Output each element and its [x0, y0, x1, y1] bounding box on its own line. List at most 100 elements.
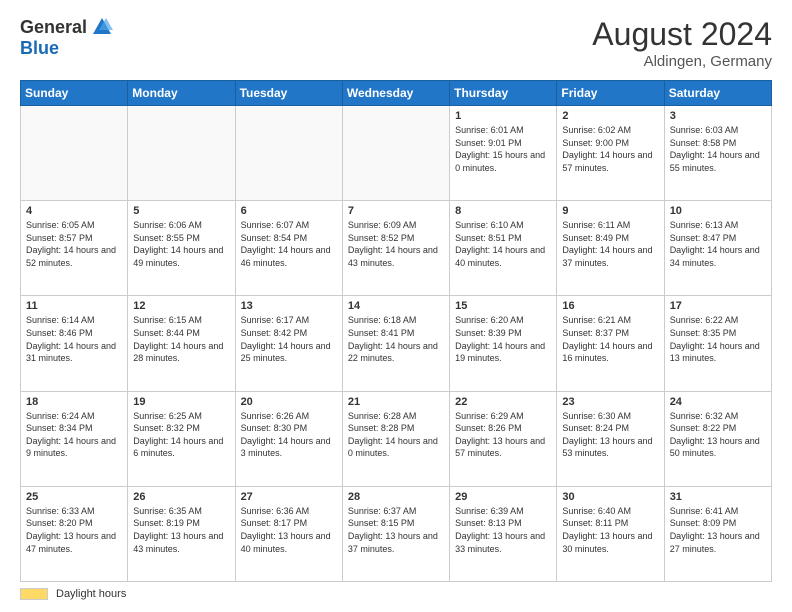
day-info: Sunrise: 6:07 AM Sunset: 8:54 PM Dayligh…	[241, 219, 337, 269]
day-info: Sunrise: 6:30 AM Sunset: 8:24 PM Dayligh…	[562, 410, 658, 460]
calendar-week-row: 4 Sunrise: 6:05 AM Sunset: 8:57 PM Daylig…	[21, 201, 772, 296]
header: General Blue August 2024 Aldingen, Germa…	[20, 16, 772, 70]
table-row: 22Sunrise: 6:29 AM Sunset: 8:26 PM Dayli…	[450, 391, 557, 486]
table-row: 31Sunrise: 6:41 AM Sunset: 8:09 PM Dayli…	[664, 486, 771, 581]
day-info: Sunrise: 6:22 AM Sunset: 8:35 PM Dayligh…	[670, 314, 766, 364]
day-number: 13	[241, 300, 337, 312]
table-row: 10 Sunrise: 6:13 AM Sunset: 8:47 PM Dayli…	[664, 201, 771, 296]
day-number: 30	[562, 491, 658, 503]
day-number: 20	[241, 396, 337, 408]
day-number: 4	[26, 205, 122, 217]
legend-box	[20, 588, 48, 600]
day-number: 29	[455, 491, 551, 503]
col-friday: Friday	[557, 81, 664, 106]
day-number: 16	[562, 300, 658, 312]
day-info: Sunrise: 6:39 AM Sunset: 8:13 PM Dayligh…	[455, 505, 551, 555]
table-row	[235, 106, 342, 201]
day-info: Sunrise: 6:40 AM Sunset: 8:11 PM Dayligh…	[562, 505, 658, 555]
logo-general-text: General	[20, 17, 87, 38]
day-number: 5	[133, 205, 229, 217]
table-row: 15Sunrise: 6:20 AM Sunset: 8:39 PM Dayli…	[450, 296, 557, 391]
table-row: 16 Sunrise: 6:21 AM Sunset: 8:37 PM Dayli…	[557, 296, 664, 391]
table-row: 7Sunrise: 6:09 AM Sunset: 8:52 PM Daylig…	[342, 201, 449, 296]
day-info: Sunrise: 6:37 AM Sunset: 8:15 PM Dayligh…	[348, 505, 444, 555]
day-number: 18	[26, 396, 122, 408]
legend-label: Daylight hours	[56, 588, 126, 600]
day-number: 31	[670, 491, 766, 503]
day-number: 24	[670, 396, 766, 408]
day-number: 3	[670, 110, 766, 122]
calendar-header-row: Sunday Monday Tuesday Wednesday Thursday…	[21, 81, 772, 106]
table-row: 3 Sunrise: 6:03 AM Sunset: 8:58 PM Daylig…	[664, 106, 771, 201]
table-row: 13 Sunrise: 6:17 AM Sunset: 8:42 PM Dayli…	[235, 296, 342, 391]
table-row: 12Sunrise: 6:15 AM Sunset: 8:44 PM Dayli…	[128, 296, 235, 391]
day-info: Sunrise: 6:29 AM Sunset: 8:26 PM Dayligh…	[455, 410, 551, 460]
calendar-week-row: 25 Sunrise: 6:33 AM Sunset: 8:20 PM Dayli…	[21, 486, 772, 581]
table-row	[128, 106, 235, 201]
day-info: Sunrise: 6:02 AM Sunset: 9:00 PM Dayligh…	[562, 124, 658, 174]
logo-blue-text: Blue	[20, 38, 59, 59]
day-info: Sunrise: 6:24 AM Sunset: 8:34 PM Dayligh…	[26, 410, 122, 460]
calendar-week-row: 18 Sunrise: 6:24 AM Sunset: 8:34 PM Dayli…	[21, 391, 772, 486]
day-number: 17	[670, 300, 766, 312]
table-row: 30 Sunrise: 6:40 AM Sunset: 8:11 PM Dayli…	[557, 486, 664, 581]
day-info: Sunrise: 6:15 AM Sunset: 8:44 PM Dayligh…	[133, 314, 229, 364]
day-number: 28	[348, 491, 444, 503]
day-number: 14	[348, 300, 444, 312]
table-row: 4 Sunrise: 6:05 AM Sunset: 8:57 PM Daylig…	[21, 201, 128, 296]
day-info: Sunrise: 6:17 AM Sunset: 8:42 PM Dayligh…	[241, 314, 337, 364]
day-info: Sunrise: 6:09 AM Sunset: 8:52 PM Dayligh…	[348, 219, 444, 269]
day-info: Sunrise: 6:11 AM Sunset: 8:49 PM Dayligh…	[562, 219, 658, 269]
table-row: 1 Sunrise: 6:01 AM Sunset: 9:01 PM Daylig…	[450, 106, 557, 201]
table-row: 27 Sunrise: 6:36 AM Sunset: 8:17 PM Dayli…	[235, 486, 342, 581]
table-row: 17 Sunrise: 6:22 AM Sunset: 8:35 PM Dayli…	[664, 296, 771, 391]
day-info: Sunrise: 6:03 AM Sunset: 8:58 PM Dayligh…	[670, 124, 766, 174]
day-info: Sunrise: 6:28 AM Sunset: 8:28 PM Dayligh…	[348, 410, 444, 460]
month-year: August 2024	[592, 16, 772, 53]
table-row: 5 Sunrise: 6:06 AM Sunset: 8:55 PM Daylig…	[128, 201, 235, 296]
day-info: Sunrise: 6:35 AM Sunset: 8:19 PM Dayligh…	[133, 505, 229, 555]
table-row	[21, 106, 128, 201]
day-info: Sunrise: 6:05 AM Sunset: 8:57 PM Dayligh…	[26, 219, 122, 269]
table-row: 26 Sunrise: 6:35 AM Sunset: 8:19 PM Dayli…	[128, 486, 235, 581]
day-number: 9	[562, 205, 658, 217]
day-info: Sunrise: 6:36 AM Sunset: 8:17 PM Dayligh…	[241, 505, 337, 555]
calendar-week-row: 11 Sunrise: 6:14 AM Sunset: 8:46 PM Dayli…	[21, 296, 772, 391]
logo: General Blue	[20, 16, 113, 59]
day-number: 8	[455, 205, 551, 217]
day-number: 2	[562, 110, 658, 122]
day-info: Sunrise: 6:18 AM Sunset: 8:41 PM Dayligh…	[348, 314, 444, 364]
day-info: Sunrise: 6:26 AM Sunset: 8:30 PM Dayligh…	[241, 410, 337, 460]
col-thursday: Thursday	[450, 81, 557, 106]
calendar-week-row: 1 Sunrise: 6:01 AM Sunset: 9:01 PM Daylig…	[21, 106, 772, 201]
day-number: 21	[348, 396, 444, 408]
day-number: 11	[26, 300, 122, 312]
day-number: 6	[241, 205, 337, 217]
table-row: 18 Sunrise: 6:24 AM Sunset: 8:34 PM Dayli…	[21, 391, 128, 486]
day-info: Sunrise: 6:14 AM Sunset: 8:46 PM Dayligh…	[26, 314, 122, 364]
table-row: 8 Sunrise: 6:10 AM Sunset: 8:51 PM Daylig…	[450, 201, 557, 296]
day-number: 26	[133, 491, 229, 503]
day-info: Sunrise: 6:13 AM Sunset: 8:47 PM Dayligh…	[670, 219, 766, 269]
day-info: Sunrise: 6:06 AM Sunset: 8:55 PM Dayligh…	[133, 219, 229, 269]
footer: Daylight hours	[20, 588, 772, 600]
day-info: Sunrise: 6:21 AM Sunset: 8:37 PM Dayligh…	[562, 314, 658, 364]
day-number: 1	[455, 110, 551, 122]
day-info: Sunrise: 6:01 AM Sunset: 9:01 PM Dayligh…	[455, 124, 551, 174]
calendar-table: Sunday Monday Tuesday Wednesday Thursday…	[20, 80, 772, 582]
page: General Blue August 2024 Aldingen, Germa…	[0, 0, 792, 612]
table-row: 28 Sunrise: 6:37 AM Sunset: 8:15 PM Dayli…	[342, 486, 449, 581]
day-number: 25	[26, 491, 122, 503]
day-number: 15	[455, 300, 551, 312]
day-info: Sunrise: 6:33 AM Sunset: 8:20 PM Dayligh…	[26, 505, 122, 555]
col-wednesday: Wednesday	[342, 81, 449, 106]
day-number: 27	[241, 491, 337, 503]
col-tuesday: Tuesday	[235, 81, 342, 106]
table-row	[342, 106, 449, 201]
table-row: 25 Sunrise: 6:33 AM Sunset: 8:20 PM Dayli…	[21, 486, 128, 581]
col-monday: Monday	[128, 81, 235, 106]
day-info: Sunrise: 6:10 AM Sunset: 8:51 PM Dayligh…	[455, 219, 551, 269]
table-row: 20 Sunrise: 6:26 AM Sunset: 8:30 PM Dayli…	[235, 391, 342, 486]
title-block: August 2024 Aldingen, Germany	[592, 16, 772, 70]
day-number: 10	[670, 205, 766, 217]
